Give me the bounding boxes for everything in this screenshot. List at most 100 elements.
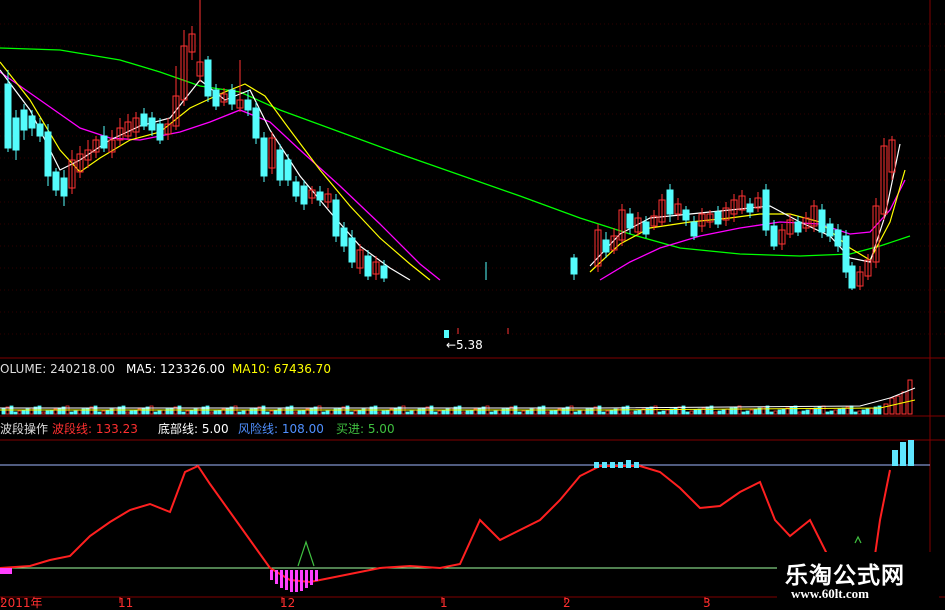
volume-bar xyxy=(45,410,50,415)
volume-bar xyxy=(645,407,650,415)
volume-bar xyxy=(77,409,82,415)
volume-bar xyxy=(241,410,246,415)
time-axis xyxy=(1,597,706,603)
volume-bar xyxy=(877,405,882,415)
volume-bar xyxy=(73,410,78,415)
volume-bar xyxy=(449,407,454,415)
volume-bar xyxy=(253,407,258,415)
volume-bar xyxy=(1,407,6,415)
volume-bar xyxy=(745,410,750,415)
volume-bar xyxy=(113,407,118,415)
wave-line xyxy=(0,464,891,594)
volume-bar xyxy=(561,407,566,415)
candlesticks xyxy=(4,0,896,338)
volume-bar xyxy=(477,407,482,415)
bottom-signal-bar xyxy=(315,570,318,581)
volume-bar xyxy=(189,409,194,415)
volume-bar xyxy=(533,407,538,415)
volume-bar xyxy=(665,409,670,415)
risk-signal-bar xyxy=(892,450,898,466)
volume-bar xyxy=(857,410,862,415)
bottom-signal-bar xyxy=(285,570,288,590)
candle-body xyxy=(666,189,674,215)
volume-bar xyxy=(357,409,362,415)
volume-bar xyxy=(69,411,74,415)
volume-bar xyxy=(749,409,754,415)
risk-signal-bar xyxy=(602,462,607,468)
bottom-signal-bar xyxy=(270,570,273,580)
axis-tick-4: 2 xyxy=(563,596,571,610)
volume-bar xyxy=(769,411,774,415)
volume-bar xyxy=(717,410,722,415)
candle-body xyxy=(276,149,284,181)
volume-bar xyxy=(213,410,218,415)
volume-bar xyxy=(869,407,874,415)
volume-bar xyxy=(883,403,889,415)
volume-bar xyxy=(721,409,726,415)
volume-bar xyxy=(741,411,746,415)
candle-body xyxy=(36,123,44,137)
volume-bar xyxy=(133,409,138,415)
volume-bar xyxy=(353,410,358,415)
volume-bar xyxy=(637,409,642,415)
candle-body xyxy=(28,115,36,129)
volume-bar xyxy=(85,407,90,415)
candle-body xyxy=(12,117,20,151)
volume-bar xyxy=(409,410,414,415)
volume-bar xyxy=(281,407,286,415)
volume-bar xyxy=(41,411,46,415)
candle-body xyxy=(332,199,340,237)
volume-bar xyxy=(617,407,622,415)
volume-bar xyxy=(105,409,110,415)
candle-body xyxy=(340,227,348,247)
volume-bar xyxy=(821,405,826,415)
risk-signal-bar xyxy=(626,460,631,468)
candle-body xyxy=(204,59,212,97)
volume-bar xyxy=(349,411,354,415)
candle-body xyxy=(100,135,108,149)
volume-bar xyxy=(809,408,814,415)
volume-bar xyxy=(381,410,386,415)
volume-bar xyxy=(17,410,22,415)
axis-tick-2: 12 xyxy=(280,596,296,610)
volume-bar xyxy=(605,410,610,415)
volume-bar xyxy=(461,411,466,415)
volume-bar xyxy=(153,411,158,415)
volume-bar xyxy=(181,411,186,415)
buy-line-label: 买进: 5.00 xyxy=(336,422,395,436)
volume-bar xyxy=(297,410,302,415)
volume-bar xyxy=(677,406,682,415)
volume-bar xyxy=(321,411,326,415)
volume-bar xyxy=(169,407,174,415)
volume-ma5-line xyxy=(0,387,916,409)
volume-bar xyxy=(581,409,586,415)
volume-bar xyxy=(325,410,330,415)
risk-signal-bar xyxy=(900,442,906,466)
indicator-name-label: 波段操作 xyxy=(0,422,49,436)
volume-bar xyxy=(57,407,62,415)
volume-bars xyxy=(0,379,916,415)
volume-bar xyxy=(337,407,342,415)
volume-bar xyxy=(801,410,806,415)
volume-bar xyxy=(753,408,758,415)
volume-bar xyxy=(273,409,278,415)
volume-bar xyxy=(825,411,830,415)
wave-line-label: 波段线: 133.23 xyxy=(52,422,138,436)
volume-bar xyxy=(689,410,694,415)
volume-bar xyxy=(469,409,474,415)
candle-body xyxy=(4,83,12,149)
candle-body xyxy=(364,255,372,277)
volume-ma5-label: MA5: 123326.00 xyxy=(126,362,225,376)
volume-bar xyxy=(329,409,334,415)
low-marker-label: ←5.38 xyxy=(446,338,483,352)
candle-body xyxy=(826,223,834,237)
risk-line-label: 风险线: 108.00 xyxy=(238,422,324,436)
candle-body xyxy=(156,123,164,141)
volume-bar xyxy=(629,411,634,415)
volume-bar xyxy=(385,409,390,415)
candle-body xyxy=(626,213,634,229)
volume-bar xyxy=(601,411,606,415)
volume-bar xyxy=(777,409,782,415)
ma20-line xyxy=(0,71,441,281)
volume-label: OLUME: 240218.00 xyxy=(0,362,116,376)
